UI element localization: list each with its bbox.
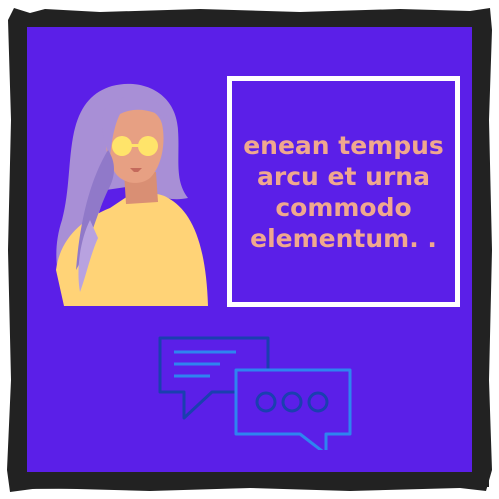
woman-with-glasses-icon xyxy=(56,83,208,306)
quote-box: enean tempus arcu et urna commodo elemen… xyxy=(227,76,460,307)
social-post-canvas: enean tempus arcu et urna commodo elemen… xyxy=(0,0,499,499)
chat-bubbles-icon xyxy=(158,336,352,450)
quote-text: enean tempus arcu et urna commodo elemen… xyxy=(243,130,444,253)
